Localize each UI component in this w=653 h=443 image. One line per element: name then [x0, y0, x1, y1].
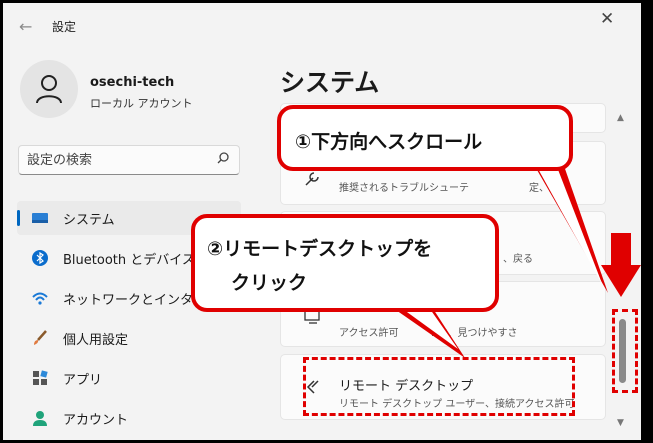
- settings-window: ← 設定 ✕ osechi-tech ローカル アカウント 設定の検索 システム…: [3, 3, 641, 440]
- callout-scroll-down: ①下方向へスクロール: [277, 105, 573, 171]
- highlight-scrollbar: [612, 309, 638, 393]
- red-down-arrow-icon: [601, 233, 641, 297]
- callout-text-line1: ②リモートデスクトップを: [207, 238, 433, 260]
- callout-click-remote: ②リモートデスクトップを クリック: [191, 214, 499, 312]
- callout-text-line2: クリック: [231, 272, 308, 294]
- highlight-remote-desktop: [303, 357, 575, 416]
- callout-text: ①下方向へスクロール: [295, 131, 483, 153]
- screenshot-frame: ← 設定 ✕ osechi-tech ローカル アカウント 設定の検索 システム…: [0, 0, 653, 443]
